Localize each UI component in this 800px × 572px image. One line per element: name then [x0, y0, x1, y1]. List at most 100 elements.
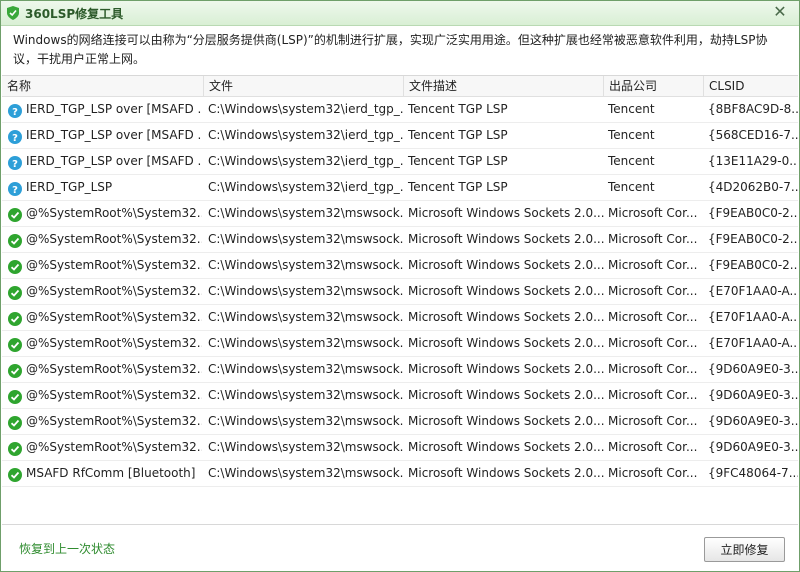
cell-clsid: {9D60A9E0-3... [708, 440, 798, 454]
cell-description: Microsoft Windows Sockets 2.0... [408, 284, 604, 298]
cell-company: Tencent [608, 180, 655, 194]
lsp-repair-window: 360LSP修复工具 ✕ Windows的网络连接可以由称为“分层服务提供商(L… [0, 0, 800, 572]
table-row[interactable]: @%SystemRoot%\System32... C:\Windows\syst… [2, 357, 798, 383]
cell-company: Microsoft Cor... [608, 414, 698, 428]
cell-clsid: {E70F1AA0-A... [708, 284, 798, 298]
check-circle-icon [8, 466, 22, 482]
cell-file: C:\Windows\system32\mswsock... [208, 414, 404, 428]
table-row[interactable]: ? IERD_TGP_LSP over [MSAFD ... C:\Windows\… [2, 149, 798, 175]
cell-file: C:\Windows\system32\mswsock... [208, 232, 404, 246]
cell-file: C:\Windows\system32\mswsock... [208, 440, 404, 454]
svg-text:?: ? [12, 185, 18, 196]
cell-name: @%SystemRoot%\System32... [2, 305, 204, 329]
cell-clsid: {F9EAB0C0-2... [708, 206, 798, 220]
cell-file: C:\Windows\system32\mswsock... [208, 336, 404, 350]
cell-name: ? IERD_TGP_LSP over [MSAFD ... [2, 97, 204, 121]
cell-company: Microsoft Cor... [608, 388, 698, 402]
cell-description: Microsoft Windows Sockets 2.0... [408, 206, 604, 220]
cell-file: C:\Windows\system32\mswsock... [208, 206, 404, 220]
cell-description: Tencent TGP LSP [408, 102, 508, 116]
cell-clsid: {9D60A9E0-3... [708, 362, 798, 376]
title-bar: 360LSP修复工具 ✕ [1, 1, 799, 26]
row-name: @%SystemRoot%\System32... [26, 258, 202, 272]
cell-clsid: {F9EAB0C0-2... [708, 258, 798, 272]
cell-company: Microsoft Cor... [608, 336, 698, 350]
cell-description: Microsoft Windows Sockets 2.0... [408, 466, 604, 480]
cell-description: Microsoft Windows Sockets 2.0... [408, 310, 604, 324]
cell-company: Microsoft Cor... [608, 284, 698, 298]
row-name: @%SystemRoot%\System32... [26, 414, 202, 428]
row-name: @%SystemRoot%\System32... [26, 206, 202, 220]
column-header-clsid[interactable]: CLSID [704, 76, 798, 96]
table-row[interactable]: MSAFD RfComm [Bluetooth] C:\Windows\syste… [2, 461, 798, 487]
cell-clsid: {4D2062B0-7... [708, 180, 798, 194]
cell-name: ? IERD_TGP_LSP over [MSAFD ... [2, 123, 204, 147]
cell-name: ? IERD_TGP_LSP [2, 175, 204, 199]
table-row[interactable]: @%SystemRoot%\System32... C:\Windows\syst… [2, 279, 798, 305]
repair-now-button[interactable]: 立即修复 [704, 537, 785, 562]
cell-company: Microsoft Cor... [608, 232, 698, 246]
cell-file: C:\Windows\system32\mswsock... [208, 466, 404, 480]
check-circle-icon [8, 258, 22, 274]
cell-company: Microsoft Cor... [608, 362, 698, 376]
table-row[interactable]: @%SystemRoot%\System32... C:\Windows\syst… [2, 253, 798, 279]
cell-description: Tencent TGP LSP [408, 128, 508, 142]
question-circle-icon: ? [8, 102, 22, 118]
cell-description: Microsoft Windows Sockets 2.0... [408, 362, 604, 376]
column-header-description[interactable]: 文件描述 [404, 76, 604, 96]
column-header-file[interactable]: 文件 [204, 76, 404, 96]
table-row[interactable]: ? IERD_TGP_LSP over [MSAFD ... C:\Windows\… [2, 97, 798, 123]
check-circle-icon [8, 388, 22, 404]
cell-clsid: {E70F1AA0-A... [708, 336, 798, 350]
cell-clsid: {568CED16-7... [708, 128, 798, 142]
cell-company: Microsoft Cor... [608, 258, 698, 272]
row-name: @%SystemRoot%\System32... [26, 388, 202, 402]
table-row[interactable]: ? IERD_TGP_LSP C:\Windows\system32\ierd_tg… [2, 175, 798, 201]
svg-text:?: ? [12, 159, 18, 170]
cell-clsid: {9D60A9E0-3... [708, 388, 798, 402]
column-header-company[interactable]: 出品公司 [604, 76, 704, 96]
cell-file: C:\Windows\system32\mswsock... [208, 310, 404, 324]
cell-name: @%SystemRoot%\System32... [2, 383, 204, 407]
table-row[interactable]: @%SystemRoot%\System32... C:\Windows\syst… [2, 435, 798, 461]
check-circle-icon [8, 414, 22, 430]
row-name: @%SystemRoot%\System32... [26, 336, 202, 350]
cell-name: @%SystemRoot%\System32... [2, 227, 204, 251]
question-circle-icon: ? [8, 154, 22, 170]
row-name: IERD_TGP_LSP over [MSAFD ... [26, 154, 202, 168]
cell-name: @%SystemRoot%\System32... [2, 435, 204, 459]
svg-text:?: ? [12, 133, 18, 144]
cell-file: C:\Windows\system32\mswsock... [208, 362, 404, 376]
cell-name: MSAFD RfComm [Bluetooth] [2, 461, 204, 485]
table-row[interactable]: ? IERD_TGP_LSP over [MSAFD ... C:\Windows\… [2, 123, 798, 149]
check-circle-icon [8, 206, 22, 222]
table-row[interactable]: @%SystemRoot%\System32... C:\Windows\syst… [2, 201, 798, 227]
question-circle-icon: ? [8, 128, 22, 144]
close-button[interactable]: ✕ [769, 3, 791, 21]
cell-clsid: {8BF8AC9D-8... [708, 102, 798, 116]
question-circle-icon: ? [8, 180, 22, 196]
cell-name: ? IERD_TGP_LSP over [MSAFD ... [2, 149, 204, 173]
cell-name: @%SystemRoot%\System32... [2, 357, 204, 381]
check-circle-icon [8, 232, 22, 248]
table-row[interactable]: @%SystemRoot%\System32... C:\Windows\syst… [2, 227, 798, 253]
cell-company: Microsoft Cor... [608, 310, 698, 324]
cell-description: Microsoft Windows Sockets 2.0... [408, 336, 604, 350]
row-name: @%SystemRoot%\System32... [26, 232, 202, 246]
table-body: ? IERD_TGP_LSP over [MSAFD ... C:\Windows\… [2, 97, 798, 487]
table-row[interactable]: @%SystemRoot%\System32... C:\Windows\syst… [2, 331, 798, 357]
cell-clsid: {E70F1AA0-A... [708, 310, 798, 324]
check-circle-icon [8, 440, 22, 456]
cell-clsid: {9FC48064-7... [708, 466, 798, 480]
restore-previous-link[interactable]: 恢复到上一次状态 [19, 540, 115, 557]
description-text: Windows的网络连接可以由称为“分层服务提供商(LSP)”的机制进行扩展，实… [13, 33, 768, 66]
row-name: @%SystemRoot%\System32... [26, 284, 202, 298]
table-row[interactable]: @%SystemRoot%\System32... C:\Windows\syst… [2, 409, 798, 435]
check-circle-icon [8, 362, 22, 378]
cell-clsid: {9D60A9E0-3... [708, 414, 798, 428]
cell-name: @%SystemRoot%\System32... [2, 253, 204, 277]
table-row[interactable]: @%SystemRoot%\System32... C:\Windows\syst… [2, 383, 798, 409]
table-row[interactable]: @%SystemRoot%\System32... C:\Windows\syst… [2, 305, 798, 331]
column-header-name[interactable]: 名称 [2, 76, 204, 96]
lsp-table: 名称 文件 文件描述 出品公司 CLSID ? IERD_TGP_LSP over… [2, 75, 798, 525]
